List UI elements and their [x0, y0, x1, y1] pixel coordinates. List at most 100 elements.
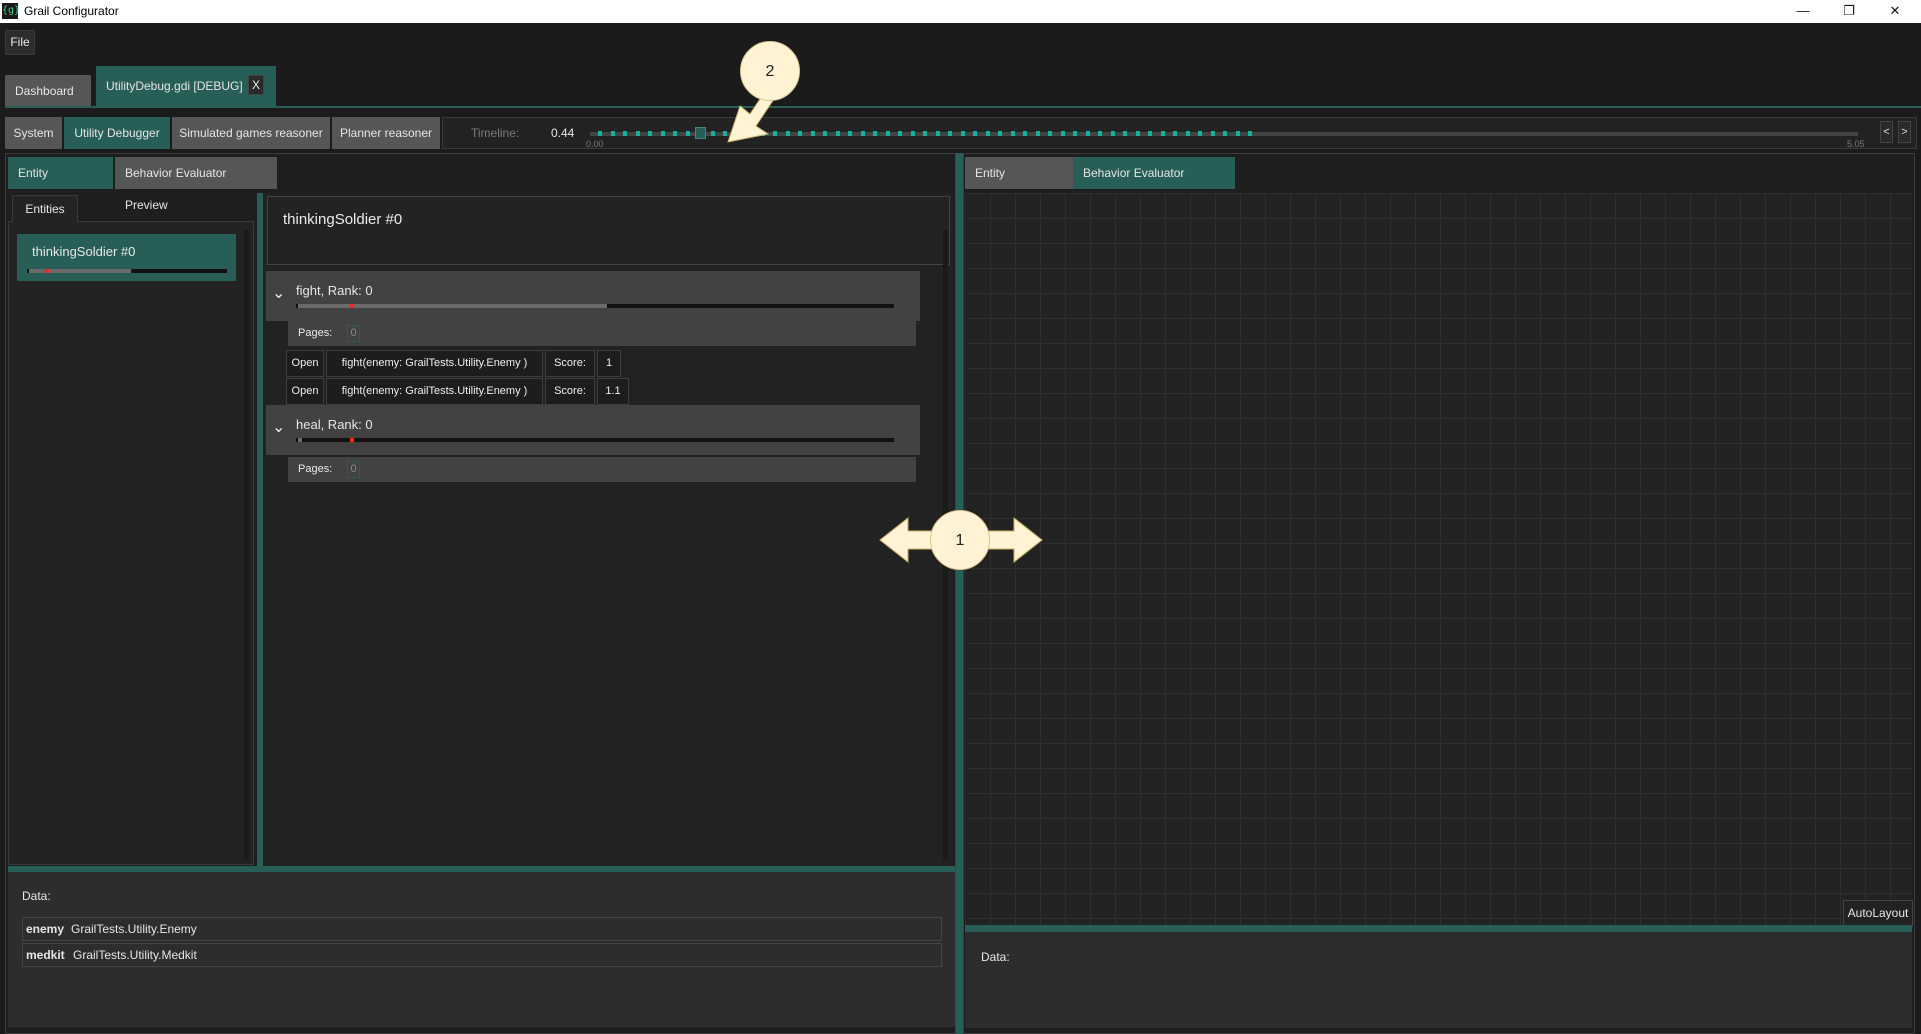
timeline-marker — [985, 131, 990, 136]
timeline-marker — [835, 131, 840, 136]
timeline-marker — [648, 131, 652, 136]
pages-input[interactable]: 0 — [347, 325, 360, 342]
behavior-rank-bar — [296, 438, 894, 442]
data-panel: Data: enemy GrailTests.Utility.Enemy med… — [8, 872, 955, 1027]
data-label: Data: — [22, 889, 51, 903]
right-tab-entity-snapshots[interactable]: Entity Snapshots — [965, 157, 1073, 212]
doc-tab-label: UtilityDebug.gdi [DEBUG] — [106, 79, 243, 93]
menu-file[interactable]: File — [5, 30, 35, 55]
entity-detail-header: thinkingSoldier #0 — [267, 196, 950, 265]
main-splitter[interactable] — [955, 153, 963, 1034]
timeline-marker — [873, 131, 877, 136]
rank-bar-fill — [298, 304, 607, 308]
behavior-fight[interactable]: ⌄ fight, Rank: 0 — [266, 271, 920, 321]
score-value: 1 — [597, 350, 621, 377]
timeline-marker — [1210, 131, 1215, 136]
tool-tab-utility-debugger[interactable]: Utility Debugger — [64, 117, 170, 149]
timeline-marker — [598, 131, 602, 136]
timeline-marker — [935, 131, 940, 136]
tool-tab-planner-reasoner[interactable]: Planner reasoner — [332, 117, 440, 149]
entities-scrollbar[interactable] — [244, 230, 249, 860]
callout-1: 1 — [930, 510, 990, 570]
timeline-next-button[interactable]: > — [1898, 121, 1911, 143]
tab-underline — [5, 106, 1921, 108]
tool-tab-system[interactable]: System — [5, 117, 62, 149]
timeline-marker — [923, 131, 927, 136]
data-key: enemy — [26, 922, 65, 936]
data-value: GrailTests.Utility.Medkit — [73, 948, 197, 962]
entities-list — [8, 221, 254, 865]
timeline-marker — [1023, 131, 1027, 136]
left-tab-behavior-evaluator-preview[interactable]: Behavior Evaluator Preview — [115, 157, 277, 212]
timeline-marker — [635, 131, 640, 136]
chevron-down-icon[interactable]: ⌄ — [272, 417, 285, 437]
behavior-title: fight, Rank: 0 — [296, 283, 373, 298]
option-signature: fight(enemy: GrailTests.Utility.Enemy ) — [326, 378, 543, 405]
title-bar: {g} Grail Configurator — ❐ ✕ — [0, 0, 1921, 23]
rank-bar-marker — [45, 269, 49, 273]
entities-tab[interactable]: Entities — [12, 195, 78, 222]
timeline-prev-button[interactable]: < — [1880, 121, 1893, 143]
timeline-marker — [910, 131, 915, 136]
timeline-marker — [1123, 131, 1127, 136]
timeline-marker — [673, 131, 677, 136]
timeline-marker — [1223, 131, 1227, 136]
data-label: Data: — [981, 950, 1010, 964]
close-window-button[interactable]: ✕ — [1872, 0, 1918, 23]
graph-canvas[interactable] — [965, 193, 1912, 925]
behavior-heal[interactable]: ⌄ heal, Rank: 0 — [266, 405, 920, 455]
timeline-marker — [1248, 131, 1252, 136]
timeline-marker — [1060, 131, 1065, 136]
restore-button[interactable]: ❐ — [1826, 0, 1872, 23]
entity-list-item[interactable]: thinkingSoldier #0 — [17, 234, 236, 281]
left-tab-entity-snapshots[interactable]: Entity Snapshots — [8, 157, 113, 212]
timeline-marker — [1135, 131, 1140, 136]
tool-tab-simulated-games-reasoner[interactable]: Simulated games reasoner — [172, 117, 330, 149]
right-tab-behavior-evaluator-preview[interactable]: Behavior Evaluator Preview — [1073, 157, 1235, 212]
timeline-marker — [1098, 131, 1102, 136]
timeline-value: 0.44 — [551, 126, 575, 140]
right-data-splitter[interactable] — [965, 925, 1912, 932]
doc-tab-utility-debug[interactable]: UtilityDebug.gdi [DEBUG] X — [96, 66, 276, 107]
timeline-marker — [1148, 131, 1152, 136]
timeline-marker — [973, 131, 977, 136]
timeline-marker — [610, 131, 615, 136]
close-tab-button[interactable]: X — [248, 75, 264, 95]
timeline-marker — [860, 131, 865, 136]
timeline-marker — [898, 131, 902, 136]
behavior-rank-bar — [296, 304, 894, 308]
doc-tab-label: Dashboard — [15, 84, 74, 98]
timeline-marker — [1185, 131, 1190, 136]
timeline-thumb[interactable] — [695, 127, 707, 139]
data-row: enemy GrailTests.Utility.Enemy — [22, 917, 942, 941]
entity-rank-bar — [27, 269, 227, 273]
open-button[interactable]: Open — [286, 378, 324, 405]
pages-row: Pages: 0 — [288, 457, 916, 482]
timeline-marker — [848, 131, 852, 136]
timeline-marker — [1160, 131, 1165, 136]
timeline-marker — [1035, 131, 1040, 136]
timeline-marker — [810, 131, 815, 136]
timeline-marker — [710, 131, 715, 136]
option-signature: fight(enemy: GrailTests.Utility.Enemy ) — [326, 350, 543, 377]
minimize-button[interactable]: — — [1780, 0, 1826, 23]
doc-tab-dashboard[interactable]: Dashboard — [5, 75, 91, 107]
pages-label: Pages: — [298, 327, 333, 339]
pages-row: Pages: 0 — [288, 321, 916, 346]
data-row: medkit GrailTests.Utility.Medkit — [22, 943, 942, 967]
open-button[interactable]: Open — [286, 350, 324, 377]
right-data-panel: Data: — [965, 932, 1912, 1028]
pages-input[interactable]: 0 — [347, 461, 360, 478]
timeline-marker — [1198, 131, 1202, 136]
timeline-min: 0.00 — [586, 139, 604, 149]
timeline-slider[interactable] — [590, 127, 1858, 139]
score-label: Score: — [545, 350, 595, 377]
timeline-marker — [948, 131, 952, 136]
timeline-marker — [1073, 131, 1077, 136]
chevron-down-icon[interactable]: ⌄ — [272, 283, 285, 303]
timeline-marker — [623, 131, 627, 136]
data-key: medkit — [26, 948, 65, 962]
callout-2: 2 — [740, 41, 800, 101]
timeline-marker — [798, 131, 802, 136]
autolayout-button[interactable]: AutoLayout — [1843, 900, 1913, 927]
